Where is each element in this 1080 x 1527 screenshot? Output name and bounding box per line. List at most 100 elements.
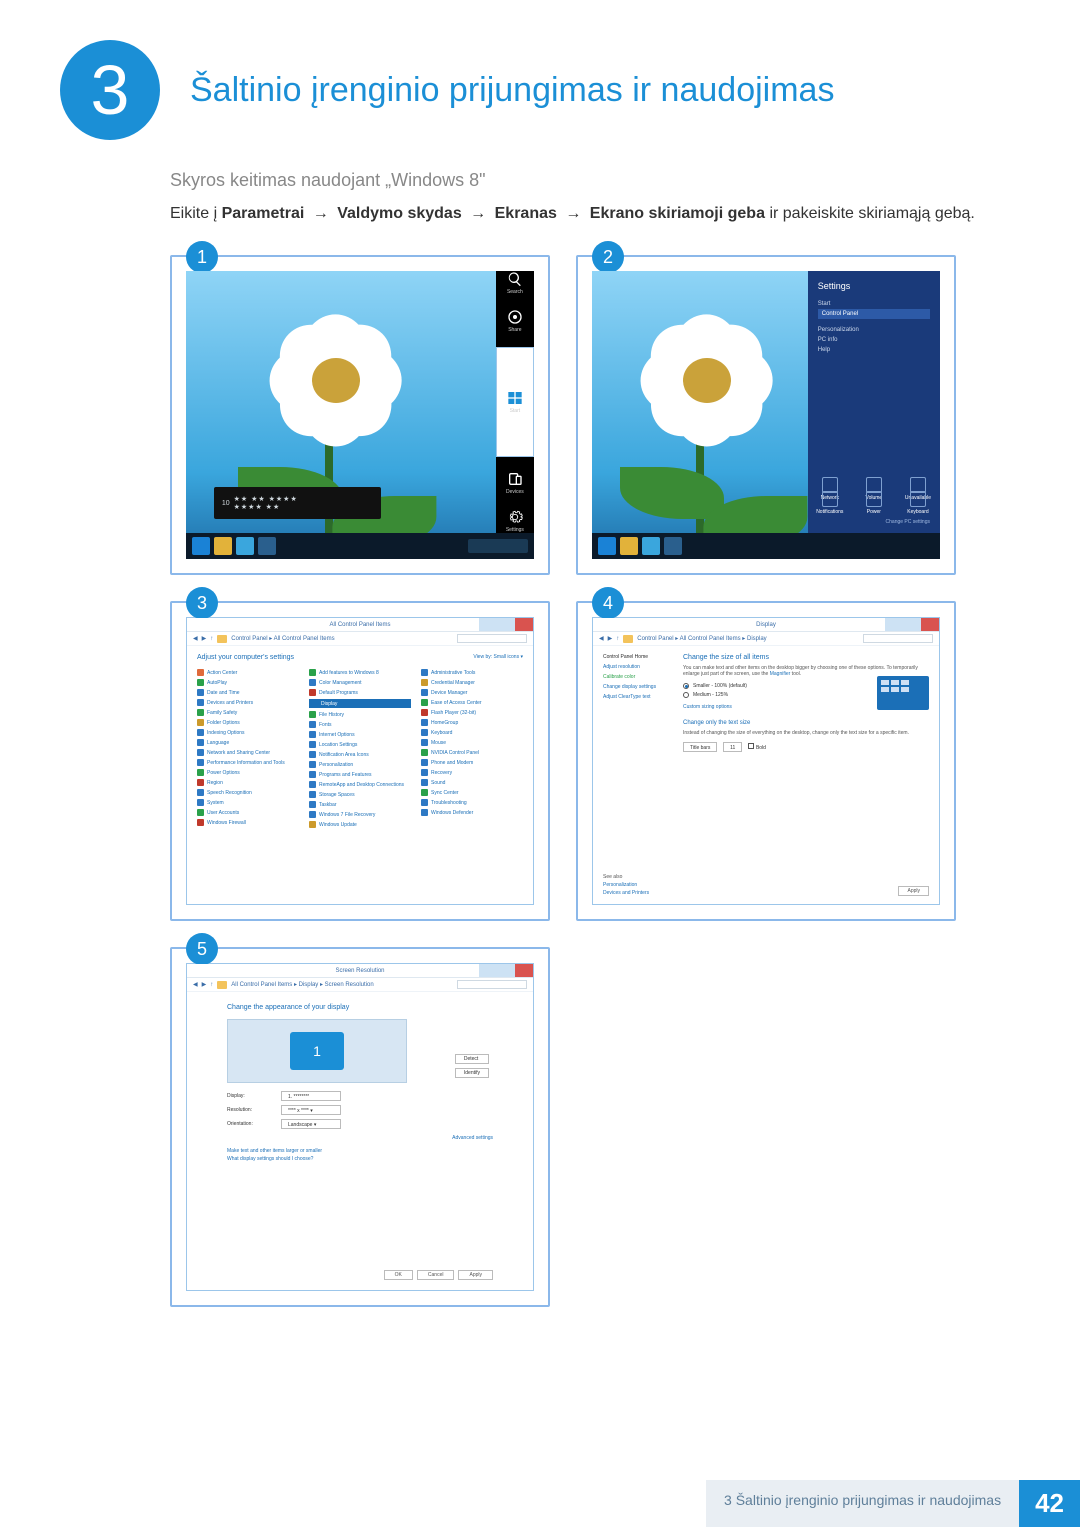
item-select[interactable]: Title bars bbox=[683, 742, 717, 752]
taskbar[interactable] bbox=[592, 533, 940, 559]
taskbar-app-icon[interactable] bbox=[642, 537, 660, 555]
cp-item[interactable]: Troubleshooting bbox=[421, 799, 523, 806]
cp-item[interactable]: Windows Defender bbox=[421, 809, 523, 816]
tile-keyboard[interactable]: Keyboard bbox=[905, 491, 931, 515]
taskbar-app-icon[interactable] bbox=[598, 537, 616, 555]
cp-item[interactable]: Programs and Features bbox=[309, 771, 411, 778]
magnifier-link[interactable]: Magnifier bbox=[770, 671, 791, 677]
settings-panel-item[interactable]: Start bbox=[818, 299, 930, 309]
cp-item[interactable]: Notification Area Icons bbox=[309, 751, 411, 758]
taskbar-app-icon[interactable] bbox=[664, 537, 682, 555]
search-input[interactable] bbox=[457, 980, 527, 989]
cancel-button[interactable]: Cancel bbox=[417, 1270, 455, 1280]
cp-item[interactable]: Ease of Access Center bbox=[421, 699, 523, 706]
cp-item[interactable]: Personalization bbox=[309, 761, 411, 768]
window-titlebar[interactable]: Screen Resolution bbox=[187, 964, 533, 978]
minimize-button[interactable] bbox=[479, 964, 497, 977]
charm-devices[interactable]: Devices bbox=[502, 471, 528, 495]
cp-item[interactable]: NVIDIA Control Panel bbox=[421, 749, 523, 756]
see-also-link[interactable]: Devices and Printers bbox=[603, 890, 649, 896]
taskbar-app-icon[interactable] bbox=[620, 537, 638, 555]
cp-item[interactable]: Internet Options bbox=[309, 731, 411, 738]
maximize-button[interactable] bbox=[497, 964, 515, 977]
close-button[interactable] bbox=[515, 618, 533, 631]
see-also-link[interactable]: Personalization bbox=[603, 882, 649, 888]
taskbar-app-icon[interactable] bbox=[214, 537, 232, 555]
change-pc-settings-link[interactable]: Change PC settings bbox=[886, 519, 930, 525]
maximize-button[interactable] bbox=[497, 618, 515, 631]
sidebar-link[interactable]: Adjust resolution bbox=[603, 664, 673, 670]
cp-item[interactable]: Indexing Options bbox=[197, 729, 299, 736]
cp-item[interactable]: Phone and Modem bbox=[421, 759, 523, 766]
window-titlebar[interactable]: All Control Panel Items bbox=[187, 618, 533, 632]
cp-item[interactable]: Power Options bbox=[197, 769, 299, 776]
taskbar-app-icon[interactable] bbox=[258, 537, 276, 555]
display-preview[interactable]: 1 bbox=[227, 1019, 407, 1083]
cp-item[interactable]: Action Center bbox=[197, 669, 299, 676]
maximize-button[interactable] bbox=[903, 618, 921, 631]
charm-share[interactable]: Share bbox=[502, 309, 528, 333]
cp-item[interactable]: Family Safety bbox=[197, 709, 299, 716]
charm-settings[interactable]: Settings bbox=[502, 509, 528, 533]
cp-item[interactable]: Windows Firewall bbox=[197, 819, 299, 826]
cp-item[interactable]: Administrative Tools bbox=[421, 669, 523, 676]
cp-item[interactable]: Speech Recognition bbox=[197, 789, 299, 796]
scale-items-link[interactable]: Make text and other items larger or smal… bbox=[227, 1147, 493, 1155]
search-input[interactable] bbox=[863, 634, 933, 643]
cp-item[interactable]: Taskbar bbox=[309, 801, 411, 808]
cp-item[interactable]: Default Programs bbox=[309, 689, 411, 696]
cp-item[interactable]: Sync Center bbox=[421, 789, 523, 796]
cp-item[interactable]: Windows Update bbox=[309, 821, 411, 828]
close-button[interactable] bbox=[515, 964, 533, 977]
search-input[interactable] bbox=[457, 634, 527, 643]
cp-item[interactable]: Display bbox=[309, 699, 411, 708]
settings-charm-panel[interactable]: Settings Start Control Panel Personaliza… bbox=[808, 271, 940, 533]
cp-item[interactable]: Folder Options bbox=[197, 719, 299, 726]
cp-item[interactable]: Network and Sharing Center bbox=[197, 749, 299, 756]
breadcrumb[interactable]: ◀▶↑ All Control Panel Items ▸ Display ▸ … bbox=[187, 978, 533, 992]
charms-bar[interactable]: Search Share Start Devices Settings bbox=[496, 271, 534, 533]
settings-panel-item[interactable]: Help bbox=[818, 345, 930, 355]
cp-item[interactable]: Devices and Printers bbox=[197, 699, 299, 706]
tile-power[interactable]: Power bbox=[861, 491, 887, 515]
cp-item[interactable]: Date and Time bbox=[197, 689, 299, 696]
sidebar-link[interactable]: Calibrate color bbox=[603, 674, 673, 680]
system-tray[interactable] bbox=[468, 539, 528, 553]
breadcrumb-path[interactable]: Control Panel ▸ All Control Panel Items … bbox=[637, 635, 766, 642]
close-button[interactable] bbox=[921, 618, 939, 631]
settings-panel-item[interactable]: PC info bbox=[818, 335, 930, 345]
cp-item[interactable]: Keyboard bbox=[421, 729, 523, 736]
taskbar[interactable] bbox=[186, 533, 534, 559]
taskbar-app-icon[interactable] bbox=[192, 537, 210, 555]
minimize-button[interactable] bbox=[885, 618, 903, 631]
charm-start[interactable]: Start bbox=[496, 347, 534, 457]
cp-item[interactable]: Language bbox=[197, 739, 299, 746]
window-titlebar[interactable]: Display bbox=[593, 618, 939, 632]
settings-panel-item[interactable]: Personalization bbox=[818, 325, 930, 335]
help-link[interactable]: What display settings should I choose? bbox=[227, 1155, 493, 1163]
cp-item[interactable]: Mouse bbox=[421, 739, 523, 746]
cp-item[interactable]: HomeGroup bbox=[421, 719, 523, 726]
cp-item[interactable]: Region bbox=[197, 779, 299, 786]
breadcrumb[interactable]: ◀▶↑ Control Panel ▸ All Control Panel It… bbox=[593, 632, 939, 646]
cp-item[interactable]: AutoPlay bbox=[197, 679, 299, 686]
back-button[interactable]: ◀ bbox=[193, 635, 198, 642]
advanced-settings-link[interactable]: Advanced settings bbox=[227, 1135, 493, 1141]
detect-button[interactable]: Detect bbox=[455, 1054, 489, 1064]
cp-item[interactable]: Fonts bbox=[309, 721, 411, 728]
cp-item[interactable]: Credential Manager bbox=[421, 679, 523, 686]
sidebar-home[interactable]: Control Panel Home bbox=[603, 654, 673, 660]
resolution-select[interactable]: **** x **** ▾ bbox=[281, 1105, 341, 1115]
cp-item[interactable]: System bbox=[197, 799, 299, 806]
ok-button[interactable]: OK bbox=[384, 1270, 413, 1280]
cp-item[interactable]: Location Settings bbox=[309, 741, 411, 748]
cp-item[interactable]: Color Management bbox=[309, 679, 411, 686]
cp-item[interactable]: Storage Spaces bbox=[309, 791, 411, 798]
cp-item[interactable]: User Accounts bbox=[197, 809, 299, 816]
cp-item[interactable]: Windows 7 File Recovery bbox=[309, 811, 411, 818]
cp-item[interactable]: Performance Information and Tools bbox=[197, 759, 299, 766]
cp-item[interactable]: File History bbox=[309, 711, 411, 718]
identify-button[interactable]: Identify bbox=[455, 1068, 489, 1078]
breadcrumb-path[interactable]: All Control Panel Items ▸ Display ▸ Scre… bbox=[231, 981, 373, 988]
cp-item[interactable]: Flash Player (32-bit) bbox=[421, 709, 523, 716]
